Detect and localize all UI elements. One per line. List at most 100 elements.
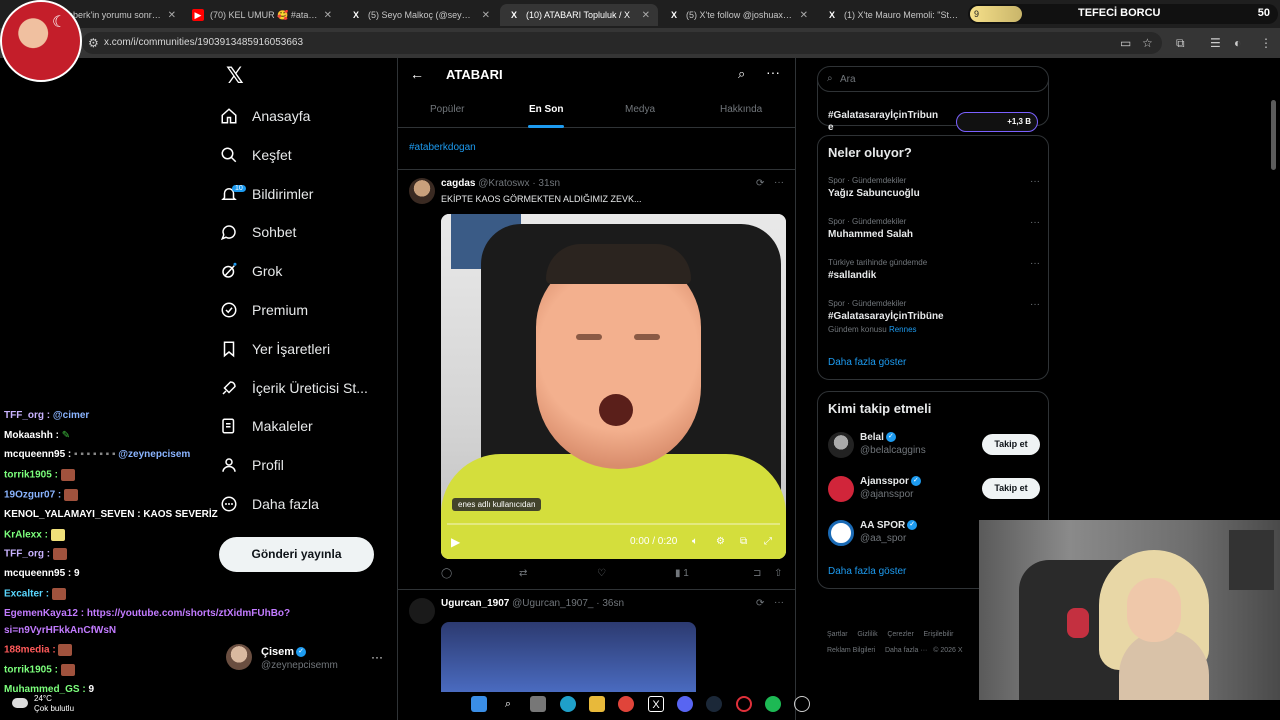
pip-icon[interactable]: ⧉ [740,536,747,547]
footer-link[interactable]: Gizlilik [857,631,877,638]
footer-link[interactable]: Erişilebilir [924,631,954,638]
tab-media[interactable]: Medya [625,104,655,115]
community-hashtag[interactable]: #ataberkdogan [409,142,476,153]
browser-tab-1[interactable]: aberk'in yorumu sonrası ✕ [60,4,184,26]
nav-item-creator-studio[interactable]: İçerik Üreticisi St... [220,370,368,406]
follow-button[interactable]: Takip et [982,434,1040,455]
extensions-icon[interactable]: ⧉ [1176,36,1185,51]
follow-name: Ajansspor ✓ [860,476,921,487]
obs-icon[interactable] [794,696,810,712]
grok-icon[interactable]: ⟳ [756,598,764,609]
nav-item-home[interactable]: Anasayfa [220,98,310,134]
trend-item[interactable]: Spor · Gündemdekiler #GalatasarayİçinTri… [828,299,1040,334]
follow-suggestion[interactable]: Ajansspor ✓ @ajansspor Takip et [828,474,1040,504]
discord-icon[interactable] [677,696,693,712]
microphone-icon [1067,608,1089,638]
show-more-link[interactable]: Daha fazla göster [828,566,906,577]
volume-icon[interactable]: 🔈︎ [692,536,698,547]
grok-icon[interactable]: ⟳ [756,178,764,189]
more-dots-icon[interactable]: ··· [766,64,780,80]
steam-icon[interactable] [706,696,722,712]
footer-link[interactable]: Çerezler [887,631,913,638]
search-bar[interactable]: ⌕ [817,66,1049,92]
more-dots-icon[interactable]: ··· [1030,176,1040,187]
search-input[interactable] [840,71,1040,87]
site-info-icon[interactable]: ⚙ [88,36,99,50]
nav-item-bookmarks[interactable]: Yer İşaretleri [220,331,330,367]
tab-latest[interactable]: En Son [529,104,563,115]
like-icon[interactable]: ♡ [597,568,606,579]
profile-icon[interactable]: ◐ [1234,36,1241,50]
bookmark-star-icon[interactable]: ☆ [1142,36,1153,50]
tweet-image[interactable] [441,622,696,692]
more-dots-icon[interactable]: ··· [774,597,784,608]
folder-icon[interactable] [589,696,605,712]
back-arrow-icon[interactable]: ← [410,66,424,82]
close-icon[interactable]: ✕ [324,10,332,21]
trend-name: #GalatasarayİçinTribüne [828,311,944,322]
avatar[interactable] [409,178,435,204]
browser-tab-4-active[interactable]: X (10) ATABARI Topluluk / X ✕ [500,4,658,26]
more-dots-icon[interactable]: ··· [774,177,784,188]
close-icon[interactable]: ✕ [800,10,808,21]
share-icon[interactable]: ⇧ [774,568,782,579]
play-icon[interactable]: ▶ [451,535,460,549]
footer-link[interactable]: Reklam Bilgileri [827,647,875,654]
nav-item-grok[interactable]: Grok [220,253,282,289]
video-progress-bar[interactable] [447,523,780,525]
chrome-icon[interactable] [618,696,634,712]
nav-item-premium[interactable]: Premium [220,292,308,328]
nav-item-notifications[interactable]: 10 Bildirimler [220,176,313,212]
trend-context-link[interactable]: Rennes [889,325,917,334]
follow-button[interactable]: Takip et [982,478,1040,499]
tab-about[interactable]: Hakkında [720,104,762,115]
spotify-icon[interactable] [765,696,781,712]
follow-suggestion[interactable]: Belal ✓ @belalcaggins Takip et [828,430,1040,460]
browser-tab-3[interactable]: X (5) Seyo Malkoç (@seyooo06) / ✕ [342,4,498,26]
views-icon[interactable]: ▮ 1 [675,568,689,579]
footer-link[interactable]: Şartlar [827,631,848,638]
trend-name: #GalatasarayİçinTribun e [828,110,939,133]
task-view-icon[interactable] [530,696,546,712]
more-dots-icon[interactable]: ··· [371,650,383,664]
verified-icon: ✓ [910,476,921,487]
reading-list-icon[interactable]: ☰ [1210,36,1221,50]
search-icon[interactable]: ⌕ [500,696,516,712]
browser-tab-5[interactable]: X (5) X'te follow @joshuaxonsy: " ✕ [660,4,816,26]
bookmark-icon[interactable]: ⊐ [753,568,761,579]
close-icon[interactable]: ✕ [642,10,650,21]
x-logo-icon[interactable]: 𝕏 [226,65,246,87]
footer-link[interactable]: Daha fazla ··· [885,647,927,654]
video-player[interactable]: enes adlı kullanıcıdan ▶ 0:00 / 0:20 🔈︎ … [441,214,786,559]
edge-icon[interactable] [560,696,576,712]
x-app-icon[interactable]: X [648,696,664,712]
close-icon[interactable]: ✕ [168,10,176,21]
menu-icon[interactable]: ⋮ [1260,36,1272,50]
browser-tab-6[interactable]: X (1) X'te Mauro Memoli: "Star af [818,4,968,26]
settings-icon[interactable]: ⚙ [716,536,725,547]
more-dots-icon[interactable]: ··· [1030,258,1040,269]
trend-item[interactable]: Türkiye tarihinde gündemde #sallandik ··… [828,258,1040,281]
cast-icon[interactable]: ▭ [1120,36,1131,50]
url-field[interactable]: x.com/i/communities/1903913485916053663 [82,32,1162,54]
emote-icon [51,588,66,600]
more-dots-icon[interactable]: ··· [1030,217,1040,228]
trend-item[interactable]: Spor · Gündemdekiler Muhammed Salah ··· [828,217,1040,240]
browser-tab-2[interactable]: ▶ (70) KEL UMUR 🥰 #ataberkdo ✕ [184,4,340,26]
scrollbar[interactable] [1271,100,1276,170]
tab-popular[interactable]: Popüler [430,104,464,115]
reply-icon[interactable]: ◯ [441,568,452,579]
opera-icon[interactable] [736,696,752,712]
nav-item-chat[interactable]: Sohbet [220,214,296,250]
avatar[interactable] [409,598,435,624]
nav-item-explore[interactable]: Keşfet [220,137,292,173]
show-more-link[interactable]: Daha fazla göster [828,357,906,368]
more-dots-icon[interactable]: ··· [1030,299,1040,310]
retweet-icon[interactable]: ⇄ [519,568,527,579]
search-icon[interactable]: ⌕ [738,66,745,82]
fullscreen-icon[interactable]: ⤢ [764,536,772,547]
trend-item[interactable]: Spor · Gündemdekiler Yağız Sabuncuoğlu ·… [828,176,1040,199]
close-icon[interactable]: ✕ [482,10,490,21]
windows-start-icon[interactable] [471,696,487,712]
tweet[interactable]: cagdas @Kratoswx · 31sn ⟳ ··· EKİPTE KAO… [398,170,796,590]
